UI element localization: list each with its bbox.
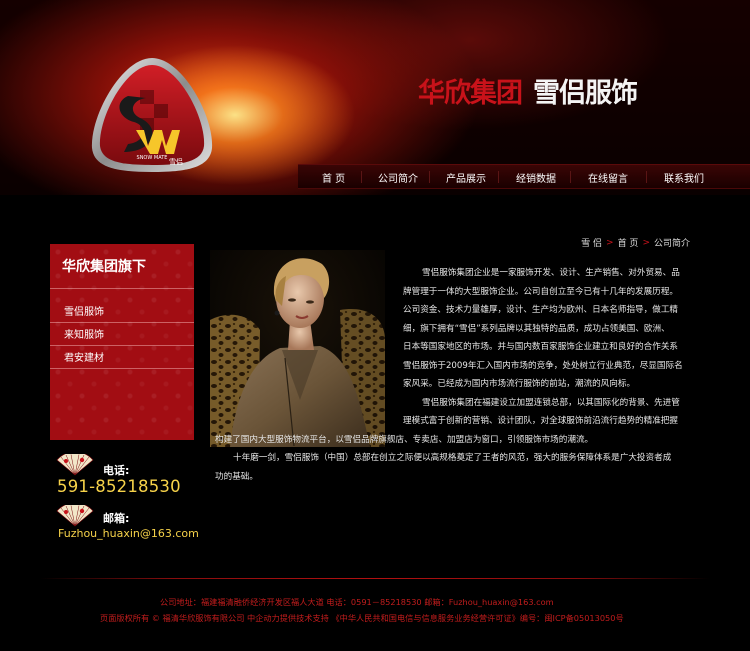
- breadcrumb-arrow-icon: >: [642, 237, 650, 248]
- breadcrumb-arrow-icon: >: [606, 237, 614, 248]
- article-line: 公司资金、技术力量雄厚，设计、生产均为欧州、日本名师指导，做工精: [403, 305, 679, 315]
- nav-separator: [498, 171, 499, 183]
- folding-fan-icon: [56, 505, 94, 527]
- article-line: 功的基础。: [215, 471, 258, 482]
- nav-item-distribution[interactable]: 经销数据: [516, 170, 556, 185]
- footer-divider: [40, 578, 710, 579]
- sidebar-title: 华欣集团旗下: [62, 259, 146, 275]
- breadcrumb-brand[interactable]: 雪 侣: [581, 236, 602, 249]
- article-line: 雪侣服饰集团企业是一家服饰开发、设计、生产销售、对外贸易、品: [422, 268, 680, 278]
- article-line: 牌管理于一体的大型服饰企业。公司自创立至今已有十几年的发展历程。: [403, 286, 679, 297]
- brand-group-name: 华欣集团: [418, 78, 523, 109]
- nav-item-contact[interactable]: 联系我们: [664, 170, 704, 185]
- email-label: 邮箱:: [103, 512, 130, 525]
- sidebar-divider: [50, 368, 194, 369]
- nav-item-products[interactable]: 产品展示: [446, 170, 486, 185]
- sidebar-panel: 华欣集团旗下 雪侣服饰 来知服饰 君安建材: [50, 244, 194, 440]
- nav-separator: [429, 171, 430, 183]
- phone-number: 591-85218530: [57, 477, 181, 496]
- article-line: 日本等国家地区的市场。并与国内数百家服饰企业建立和良好的合作关系: [403, 342, 679, 352]
- article-line: 十年磨一剑，雪侣服饰（中国）总部在创立之际便以高规格奠定了王者的风范，强大的服务…: [233, 453, 672, 463]
- breadcrumb: 雪 侣 > 首 页 > 公司简介: [581, 236, 690, 250]
- nav-item-message[interactable]: 在线留言: [588, 170, 628, 185]
- article-line: 雪侣服饰集团在福建设立加盟连锁总部，以其国际化的背景、先进管: [422, 397, 680, 408]
- sidebar-item-laizhi[interactable]: 来知服饰: [64, 326, 104, 341]
- logo-text-cn: 雪侣: [169, 157, 183, 166]
- nav-item-about[interactable]: 公司简介: [378, 170, 418, 185]
- sidebar-item-xuelv[interactable]: 雪侣服饰: [64, 303, 104, 318]
- sidebar-divider: [50, 288, 194, 289]
- article-line: 细，旗下拥有“雪侣”系列品牌以其独特的品质，成功占领美国、欧洲、: [403, 323, 670, 334]
- nav-separator: [361, 171, 362, 183]
- article-line: 构建了国内大型服饰物流平台，以雪侣品牌旗舰店、专卖店、加盟店为窗口，引领服饰市场…: [215, 434, 594, 445]
- nav-separator: [570, 171, 571, 183]
- brand-title: 华欣集团 雪侣服饰: [418, 71, 638, 109]
- footer-copyright: 页面版权所有 © 福清华欣服饰有限公司 中企动力提供技术支持 《中华人民共和国电…: [100, 613, 624, 623]
- article-body: 雪侣服饰集团企业是一家服饰开发、设计、生产销售、对外贸易、品 牌管理于一体的大型…: [213, 264, 683, 486]
- breadcrumb-home[interactable]: 首 页: [618, 236, 639, 249]
- nav-separator: [646, 171, 647, 183]
- sidebar-divider: [50, 322, 194, 323]
- folding-fan-icon: [56, 454, 94, 476]
- footer-address: 公司地址：福建福清融侨经济开发区福人大道 电话：0591－85218530 邮箱…: [160, 597, 554, 607]
- breadcrumb-current: 公司简介: [653, 239, 690, 249]
- sidebar-item-junan[interactable]: 君安建材: [64, 349, 104, 364]
- main-nav: 首 页 公司简介 产品展示 经销数据 在线留言 联系我们: [298, 164, 750, 189]
- email-address[interactable]: Fuzhou_huaxin@163.com: [58, 527, 199, 540]
- header-banner: SNOW MATE 雪侣 华欣集团 雪侣服饰 首 页 公司简介 产品展示 经销数…: [0, 0, 750, 195]
- nav-item-home[interactable]: 首 页: [322, 170, 345, 185]
- article-line: 雪侣服饰于2009年汇入国内市场的竞争，处处树立行业典范，尽显国际名: [403, 360, 683, 371]
- logo-text-en: SNOW MATE: [137, 155, 168, 161]
- sm-logo-icon[interactable]: SNOW MATE 雪侣: [88, 56, 216, 174]
- phone-label: 电话:: [103, 464, 130, 477]
- article-line: 家风采。已经成为国内市场流行服饰的前站，潮流的风向标。: [403, 379, 636, 389]
- brand-fashion-name: 雪侣服饰: [533, 78, 638, 109]
- article-line: 理模式富于创新的营销、设计团队，对全球服饰前沿流行趋势的精准把握: [403, 416, 679, 426]
- sidebar-divider: [50, 345, 194, 346]
